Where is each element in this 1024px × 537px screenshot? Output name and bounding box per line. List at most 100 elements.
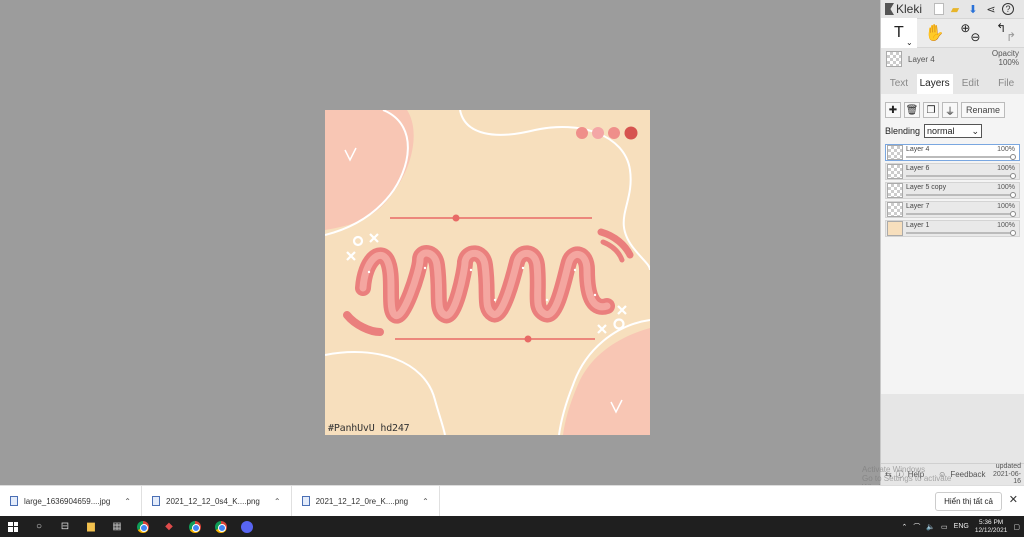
zoom-in-icon[interactable]: ⊕ [960, 21, 970, 35]
layer-opacity-slider[interactable] [906, 175, 1015, 177]
layer-opacity: 100% [997, 222, 1015, 229]
file-explorer-icon[interactable]: ▆ [78, 516, 104, 537]
slider-knob[interactable] [1010, 154, 1016, 160]
layer-name: Layer 7 [906, 203, 930, 210]
tab-edit[interactable]: Edit [953, 74, 989, 94]
battery-icon[interactable]: ▭ [941, 523, 948, 531]
add-layer-icon[interactable]: ✚ [885, 102, 901, 118]
undo-icon[interactable]: ↰ [996, 21, 1006, 35]
tab-text[interactable]: Text [881, 74, 917, 94]
layer-item[interactable]: Layer 5 copy 100% [885, 182, 1020, 199]
artwork-canvas[interactable]: #PanhUvU hd247 [325, 110, 650, 435]
volume-icon[interactable]: 🔈 [926, 523, 935, 531]
download-icon[interactable]: ⬇ [966, 2, 980, 16]
download-item[interactable]: large_1636904659....jpg ⌃ [0, 485, 142, 517]
slider-knob[interactable] [1010, 192, 1016, 198]
start-button[interactable] [0, 516, 26, 537]
artwork-watermark: #PanhUvU hd247 [328, 423, 410, 434]
system-tray: ⌃ ⌒ 🔈 ▭ ENG 5:36 PM 12/12/2021 ▢ [901, 516, 1020, 537]
layer-name: Layer 1 [906, 222, 930, 229]
layer-item[interactable]: Layer 6 100% [885, 163, 1020, 180]
layer-opacity-slider[interactable] [906, 213, 1015, 215]
discord-icon[interactable] [234, 516, 260, 537]
slider-knob[interactable] [1010, 211, 1016, 217]
download-item[interactable]: 2021_12_12_0s4_K....png ⌃ [142, 485, 292, 517]
slider-knob[interactable] [1010, 173, 1016, 179]
download-filename: 2021_12_12_0re_K....png [315, 496, 409, 506]
language-indicator[interactable]: ENG [954, 523, 969, 530]
blending-value: normal [927, 126, 955, 136]
kleki-logo-icon [885, 3, 894, 15]
duplicate-layer-icon[interactable]: ❐ [923, 102, 939, 118]
current-layer-info: Layer 4 Opacity 100% [881, 48, 1024, 70]
chrome-icon[interactable] [130, 516, 156, 537]
chrome-icon[interactable] [208, 516, 234, 537]
text-tool-icon: T [893, 24, 904, 41]
blending-row: Blending normal ⌄ [885, 124, 1020, 138]
network-icon[interactable]: ⌒ [913, 522, 920, 532]
undo-redo-buttons: ↰ ↱ [988, 18, 1024, 48]
layer-item[interactable]: Layer 1 100% [885, 220, 1020, 237]
chevron-down-icon: ⌄ [906, 38, 913, 47]
chevron-up-icon[interactable]: ⌃ [274, 497, 281, 506]
share-icon[interactable]: ⋖ [984, 2, 998, 16]
updated-date: 2021-06-16 [992, 470, 1021, 486]
merge-layer-icon[interactable]: ⏚ [942, 102, 958, 118]
chrome-icon[interactable] [182, 516, 208, 537]
text-tool-button[interactable]: T ⌄ [881, 18, 917, 48]
chevron-down-icon: ⌄ [971, 125, 980, 136]
layer-opacity-slider[interactable] [906, 156, 1015, 158]
notification-icon[interactable]: ▢ [1013, 523, 1020, 531]
rename-button[interactable]: Rename [961, 102, 1006, 118]
update-info: updated 2021-06-16 [989, 463, 1021, 486]
tray-chevron-icon[interactable]: ⌃ [901, 523, 907, 531]
clock-time: 5:36 PM [978, 519, 1004, 527]
layer-thumbnail [887, 145, 903, 160]
layer-item[interactable]: Layer 4 100% [885, 144, 1020, 161]
app-logo[interactable]: Kleki [885, 2, 922, 16]
close-icon[interactable]: ✕ [1009, 493, 1018, 506]
zoom-out-icon[interactable]: ⊖ [970, 30, 980, 44]
blending-label: Blending [885, 126, 921, 136]
layer-name: Layer 6 [906, 165, 930, 172]
current-layer-name: Layer 4 [908, 54, 935, 64]
layer-name: Layer 4 [906, 146, 930, 153]
download-filename: 2021_12_12_0s4_K....png [166, 496, 260, 506]
show-all-downloads-button[interactable]: Hiển thị tất cả [935, 492, 1002, 511]
current-layer-thumbnail [886, 51, 902, 67]
file-icon [10, 496, 18, 506]
layer-opacity-slider[interactable] [906, 232, 1015, 234]
current-layer-opacity[interactable]: Opacity 100% [992, 49, 1019, 68]
layer-opacity-slider[interactable] [906, 194, 1015, 196]
panel-tabs: Text Layers Edit File [881, 74, 1024, 94]
tab-layers[interactable]: Layers [916, 74, 953, 94]
task-view-icon[interactable]: ⊟ [52, 516, 78, 537]
redo-icon[interactable]: ↱ [1006, 30, 1016, 44]
layer-opacity: 100% [997, 165, 1015, 172]
delete-layer-icon[interactable]: 🗑 [904, 102, 920, 118]
layer-thumbnail [887, 221, 903, 236]
new-image-icon[interactable] [934, 3, 945, 15]
download-item[interactable]: 2021_12_12_0re_K....png ⌃ [292, 485, 440, 517]
open-folder-icon[interactable]: ▰ [948, 2, 962, 16]
tab-file[interactable]: File [988, 74, 1024, 94]
layer-item[interactable]: Layer 7 100% [885, 201, 1020, 218]
search-icon[interactable]: ○ [26, 516, 52, 537]
pinned-app-icon[interactable]: ◆ [156, 516, 182, 537]
slider-knob[interactable] [1010, 230, 1016, 236]
chevron-up-icon[interactable]: ⌃ [124, 497, 131, 506]
app-name: Kleki [896, 2, 923, 16]
app-topbar: Kleki ▰ ⬇ ⋖ ? [881, 0, 1024, 18]
clock[interactable]: 5:36 PM 12/12/2021 [975, 519, 1008, 534]
hand-icon: ✋ [924, 25, 945, 42]
layer-actions: ✚ 🗑 ❐ ⏚ Rename [885, 102, 1020, 118]
help-circle-icon[interactable]: ? [1002, 3, 1015, 15]
hand-tool-button[interactable]: ✋ [917, 18, 953, 48]
chevron-up-icon[interactable]: ⌃ [422, 497, 429, 506]
canvas-workspace[interactable]: #PanhUvU hd247 [0, 0, 880, 485]
calculator-icon[interactable]: ▦ [104, 516, 130, 537]
layer-name: Layer 5 copy [906, 184, 947, 191]
file-icon [301, 496, 310, 506]
layers-tab-body: ✚ 🗑 ❐ ⏚ Rename Blending normal ⌄ Layer 4… [881, 94, 1024, 394]
blending-select[interactable]: normal ⌄ [924, 124, 983, 138]
